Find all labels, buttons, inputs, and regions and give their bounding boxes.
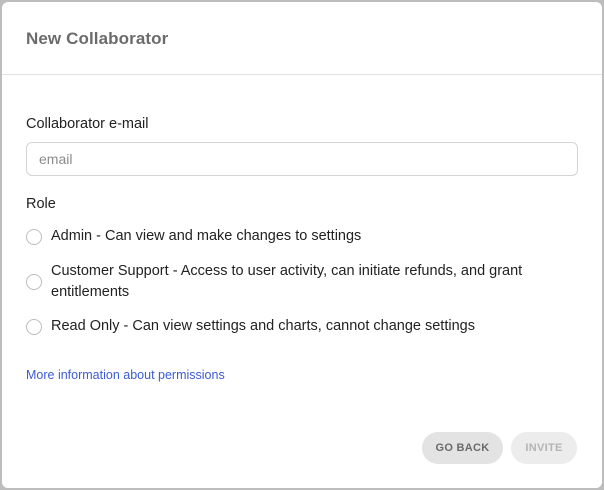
role-option-label: Admin - Can view and make changes to set…: [51, 228, 362, 244]
radio-customer-support[interactable]: [26, 274, 42, 290]
role-option-read-only[interactable]: Read Only - Can view settings and charts…: [26, 316, 556, 337]
go-back-button[interactable]: GO BACK: [422, 432, 503, 464]
email-field[interactable]: [26, 142, 578, 176]
role-option-admin[interactable]: Admin - Can view and make changes to set…: [26, 226, 556, 247]
email-field-label: Collaborator e-mail: [26, 116, 149, 132]
role-option-label: Read Only - Can view settings and charts…: [51, 318, 475, 334]
radio-admin[interactable]: [26, 228, 42, 245]
permissions-info-link[interactable]: More information about permissions: [26, 368, 225, 382]
radio-read-only[interactable]: [26, 318, 42, 335]
dialog-header: New Collaborator: [2, 2, 602, 75]
dialog-title: New Collaborator: [26, 29, 169, 48]
invite-button[interactable]: INVITE: [511, 432, 577, 464]
role-option-customer-support[interactable]: Customer Support - Access to user activi…: [26, 261, 556, 303]
new-collaborator-dialog: New Collaborator Collaborator e-mail Rol…: [2, 2, 602, 488]
role-label: Role: [26, 196, 56, 212]
role-option-label: Customer Support - Access to user activi…: [51, 263, 523, 300]
